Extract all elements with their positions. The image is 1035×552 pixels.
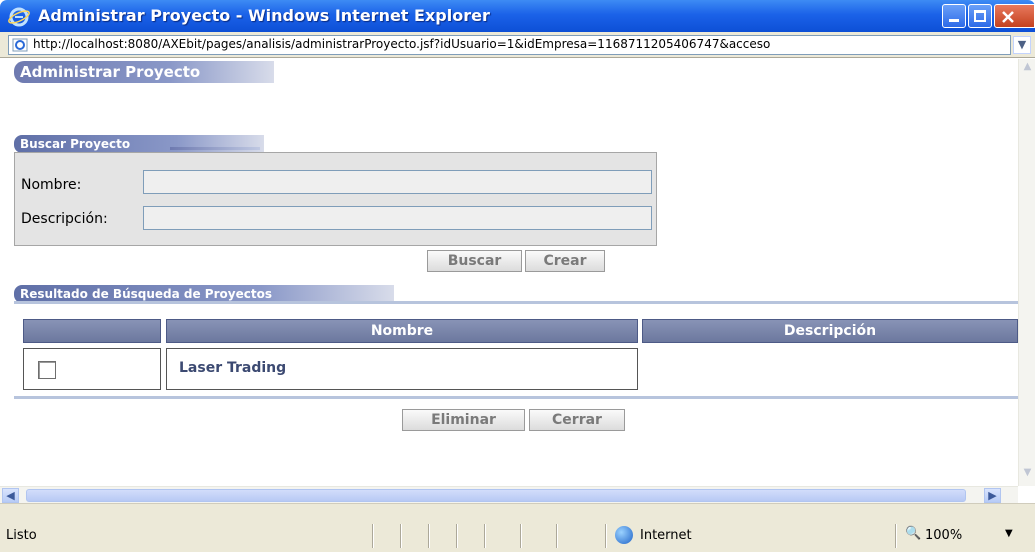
- page-content: Administrar Proyecto Buscar Proyecto Nom…: [0, 59, 1018, 486]
- nombre-label: Nombre:: [21, 177, 82, 193]
- status-text: Listo: [6, 528, 37, 543]
- status-divider: [428, 524, 430, 548]
- vertical-scrollbar[interactable]: ▲ ▼: [1018, 59, 1035, 486]
- internet-zone-icon: [615, 526, 633, 544]
- column-header-select: [23, 319, 161, 343]
- column-header-descripcion[interactable]: Descripción: [642, 319, 1018, 343]
- crear-button[interactable]: Crear: [525, 250, 605, 272]
- search-panel: Nombre: Descripción:: [14, 152, 657, 246]
- window-title-bar[interactable]: Administrar Proyecto - Windows Internet …: [0, 0, 1035, 32]
- table-cell-nombre: Laser Trading: [166, 348, 638, 390]
- status-divider: [895, 524, 897, 548]
- scroll-down-arrow-icon[interactable]: ▼: [1021, 467, 1034, 481]
- minimize-icon: [949, 19, 959, 22]
- status-divider: [520, 524, 522, 548]
- eliminar-button[interactable]: Eliminar: [402, 409, 525, 431]
- url-text: http://localhost:8080/AXEbit/pages/anali…: [33, 37, 771, 51]
- horizontal-scroll-thumb[interactable]: [26, 489, 966, 502]
- column-header-nombre[interactable]: Nombre: [166, 319, 638, 343]
- address-dropdown-button[interactable]: ▼: [1013, 36, 1031, 54]
- close-button[interactable]: [994, 4, 1035, 28]
- status-divider: [372, 524, 374, 548]
- status-bar: Listo Internet 🔍 100% ▼: [0, 503, 1035, 552]
- page-title: Administrar Proyecto: [14, 61, 274, 83]
- close-icon: [1002, 11, 1014, 23]
- status-divider: [456, 524, 458, 548]
- chevron-down-icon[interactable]: ▼: [1005, 528, 1013, 539]
- security-zone-label: Internet: [640, 528, 692, 543]
- page-icon: [12, 38, 28, 52]
- zoom-level[interactable]: 100%: [925, 528, 962, 543]
- minimize-button[interactable]: [942, 4, 966, 28]
- scroll-right-arrow-icon[interactable]: ▶: [984, 488, 1001, 503]
- scroll-up-arrow-icon[interactable]: ▲: [1021, 61, 1034, 75]
- nombre-input[interactable]: [143, 170, 652, 194]
- scroll-left-arrow-icon[interactable]: ◀: [2, 488, 19, 503]
- search-section-divider: [170, 147, 260, 150]
- descripcion-input[interactable]: [143, 206, 652, 230]
- buscar-button[interactable]: Buscar: [427, 250, 522, 272]
- row-checkbox[interactable]: [38, 361, 56, 379]
- results-table: Nombre Descripción Laser Trading: [14, 301, 1018, 399]
- status-divider: [484, 524, 486, 548]
- horizontal-scrollbar[interactable]: ◀ ▶: [0, 486, 1018, 503]
- table-cell-descripcion: [642, 348, 1018, 390]
- cerrar-button[interactable]: Cerrar: [529, 409, 625, 431]
- maximize-button[interactable]: [968, 4, 992, 28]
- maximize-icon: [974, 10, 986, 22]
- address-bar: http://localhost:8080/AXEbit/pages/anali…: [0, 32, 1035, 58]
- internet-explorer-icon: [8, 7, 30, 27]
- table-cell-select: [23, 348, 161, 390]
- zoom-icon[interactable]: 🔍: [905, 526, 921, 541]
- window-title: Administrar Proyecto - Windows Internet …: [38, 6, 490, 25]
- chevron-down-icon: ▼: [1017, 38, 1027, 51]
- status-divider: [400, 524, 402, 548]
- descripcion-label: Descripción:: [21, 211, 108, 227]
- status-divider: [605, 524, 607, 548]
- search-section-header: Buscar Proyecto: [14, 135, 264, 153]
- status-divider: [556, 524, 558, 548]
- url-field[interactable]: http://localhost:8080/AXEbit/pages/anali…: [8, 35, 1011, 55]
